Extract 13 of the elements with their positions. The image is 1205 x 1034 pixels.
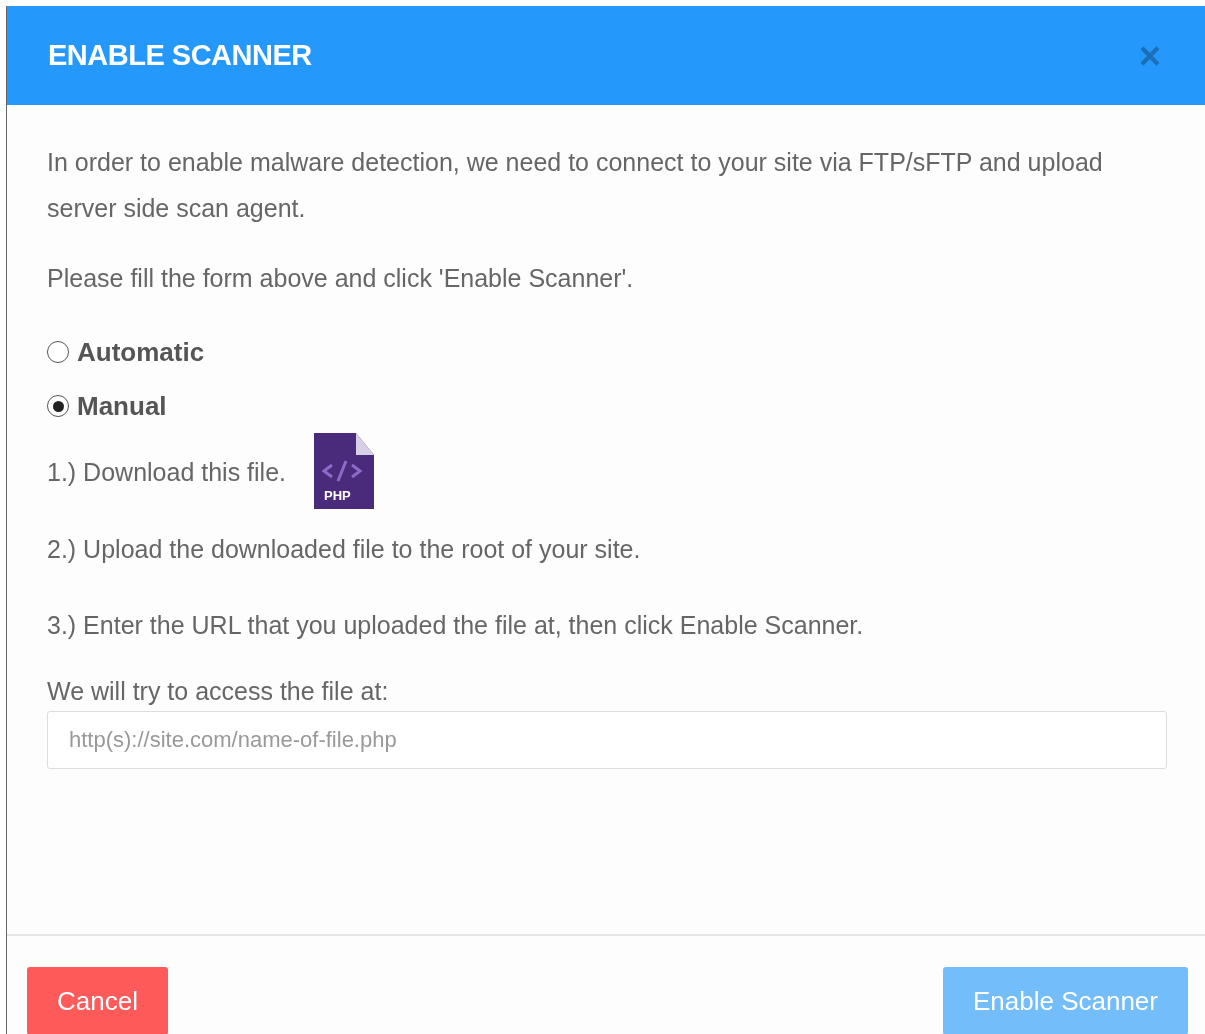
url-input-field[interactable]: http(s)://site.com/name-of-file.php [47,711,1167,769]
radio-label[interactable]: Manual [77,390,167,422]
instruction-text: Please fill the form above and click 'Enable Scanner'. [47,263,635,294]
radio-label[interactable]: Automatic [77,336,205,368]
field-label: We will try to access the file at: [47,676,390,707]
dialog-title: ENABLE SCANNER [48,39,312,72]
step-text: 1.) Download this file. [47,457,286,487]
intro-text: In order to enable malware detection, we need to connect to your site via FTP/sFTP and upload server side scan agent. [47,147,1104,224]
step-text: 2.) Upload the downloaded file to the root of your site. [47,534,641,564]
radio-button[interactable] [47,341,69,363]
radio-button[interactable] [47,395,69,417]
php-file-icon[interactable]: PHP [312,433,376,511]
step-text: 3.) Enter the URL that you uploaded the file at, then click Enable Scanner. [47,610,864,640]
